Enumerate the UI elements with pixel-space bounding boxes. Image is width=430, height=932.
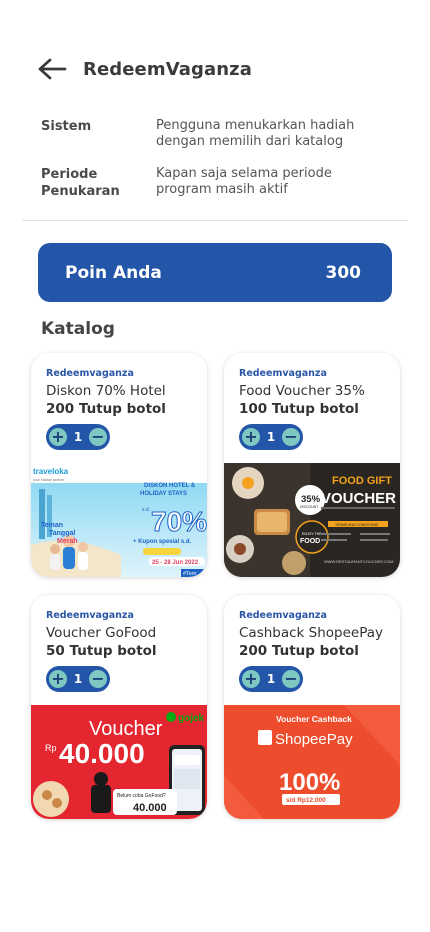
svg-text:ShopeePay: ShopeePay bbox=[275, 731, 353, 748]
svg-text:Merah: Merah bbox=[57, 538, 78, 545]
item-cost: 200 Tutup botol bbox=[239, 643, 359, 659]
svg-text:Voucher: Voucher bbox=[89, 718, 163, 740]
svg-text:DISCOUNT: DISCOUNT bbox=[300, 505, 319, 509]
catalog-item[interactable]: Redeemvaganza Cashback ShopeePay 200 Tut… bbox=[224, 595, 400, 819]
svg-text:Teman: Teman bbox=[41, 522, 63, 529]
svg-text:s/d Rp12.000: s/d Rp12.000 bbox=[286, 797, 326, 804]
item-name: Food Voucher 35% bbox=[239, 383, 365, 399]
minus-icon: − bbox=[284, 669, 298, 688]
svg-text:your holiday partner: your holiday partner bbox=[33, 478, 65, 482]
plus-button[interactable]: + bbox=[242, 428, 260, 446]
catalog-item[interactable]: Redeemvaganza Diskon 70% Hotel 200 Tutup… bbox=[31, 353, 207, 577]
info-label: Periode Penukaran bbox=[41, 167, 120, 199]
item-name: Voucher GoFood bbox=[46, 625, 157, 641]
plus-button[interactable]: + bbox=[242, 670, 260, 688]
info-value: Kapan saja selama periode program masih … bbox=[156, 166, 332, 197]
back-button[interactable] bbox=[36, 53, 68, 85]
item-banner-image: Voucher Cashback ShopeePay 100% s/d Rp12… bbox=[224, 705, 400, 819]
points-card: Poin Anda 300 bbox=[38, 243, 392, 302]
svg-text:WWW.RESTAURANTVOUCHER.COM: WWW.RESTAURANTVOUCHER.COM bbox=[324, 559, 393, 564]
svg-text:Belum coba GoFood?: Belum coba GoFood? bbox=[117, 793, 166, 799]
svg-text:+ Kupon spesial s.d.: + Kupon spesial s.d. bbox=[133, 539, 192, 545]
svg-text:DISKON HOTEL &: DISKON HOTEL & bbox=[144, 483, 196, 489]
quantity-stepper: + 1 − bbox=[239, 424, 303, 450]
info-value: Pengguna menukarkan hadiah dengan memili… bbox=[156, 118, 355, 149]
svg-text:FOOD GIFT: FOOD GIFT bbox=[332, 475, 392, 487]
minus-icon: − bbox=[91, 427, 105, 446]
quantity-value: 1 bbox=[266, 430, 276, 444]
svg-text:#Tem: #Tem bbox=[183, 571, 197, 577]
plus-icon: + bbox=[244, 669, 258, 688]
plus-icon: + bbox=[51, 669, 65, 688]
catalog-title: Katalog bbox=[41, 319, 115, 339]
quantity-value: 1 bbox=[73, 430, 83, 444]
svg-text:100%: 100% bbox=[279, 769, 340, 796]
svg-text:HOLIDAY STAYS: HOLIDAY STAYS bbox=[140, 491, 187, 497]
points-label: Poin Anda bbox=[65, 262, 162, 283]
quantity-stepper: + 1 − bbox=[46, 424, 110, 450]
item-cost: 50 Tutup botol bbox=[46, 643, 157, 659]
minus-icon: − bbox=[91, 669, 105, 688]
page-title: RedeemVaganza bbox=[83, 58, 252, 80]
item-brand: Redeemvaganza bbox=[239, 610, 327, 621]
points-value: 300 bbox=[325, 262, 362, 283]
svg-text:35%: 35% bbox=[301, 494, 321, 505]
svg-text:TERMS AND CONDITIONS: TERMS AND CONDITIONS bbox=[335, 523, 379, 527]
quantity-value: 1 bbox=[73, 672, 83, 686]
minus-button[interactable]: − bbox=[281, 427, 300, 446]
svg-text:40.000: 40.000 bbox=[133, 802, 167, 814]
plus-icon: + bbox=[51, 427, 65, 446]
traveloka-logo: traveloka bbox=[33, 467, 69, 476]
item-brand: Redeemvaganza bbox=[46, 610, 134, 621]
svg-text:25 - 28 Jun 2022: 25 - 28 Jun 2022 bbox=[152, 560, 199, 566]
plus-button[interactable]: + bbox=[49, 428, 67, 446]
svg-text:Voucher Cashback: Voucher Cashback bbox=[276, 714, 352, 724]
svg-text:Rp: Rp bbox=[45, 743, 57, 753]
item-brand: Redeemvaganza bbox=[239, 368, 327, 379]
quantity-stepper: + 1 − bbox=[239, 666, 303, 692]
svg-text:VOUCHER: VOUCHER bbox=[321, 490, 396, 507]
minus-button[interactable]: − bbox=[88, 427, 107, 446]
item-banner-image: Voucher Rp 40.000 gojek Belum coba GoFoo… bbox=[31, 705, 207, 819]
item-banner-image: traveloka your holiday partner Teman Tan… bbox=[31, 463, 207, 577]
item-cost: 100 Tutup botol bbox=[239, 401, 359, 417]
info-row-period: Periode Penukaran Kapan saja selama peri… bbox=[41, 166, 390, 200]
item-brand: Redeemvaganza bbox=[46, 368, 134, 379]
svg-text:gojek: gojek bbox=[178, 713, 205, 724]
item-cost: 200 Tutup botol bbox=[46, 401, 166, 417]
catalog-item[interactable]: Redeemvaganza Voucher GoFood 50 Tutup bo… bbox=[31, 595, 207, 819]
divider bbox=[22, 220, 408, 221]
quantity-stepper: + 1 − bbox=[46, 666, 110, 692]
svg-text:FOOD: FOOD bbox=[300, 538, 320, 545]
svg-text:ENJOY THE: ENJOY THE bbox=[302, 532, 322, 536]
info-row-system: Sistem Pengguna menukarkan hadiah dengan… bbox=[41, 118, 390, 150]
minus-button[interactable]: − bbox=[281, 669, 300, 688]
info-label: Sistem bbox=[41, 119, 92, 134]
plus-icon: + bbox=[244, 427, 258, 446]
svg-text:70%: 70% bbox=[151, 506, 207, 537]
svg-text:40.000: 40.000 bbox=[59, 738, 145, 769]
plus-button[interactable]: + bbox=[49, 670, 67, 688]
minus-icon: − bbox=[284, 427, 298, 446]
header: RedeemVaganza bbox=[36, 52, 410, 86]
item-banner-image: 35% DISCOUNT ENJOY THE FOOD FOOD GIFT VO… bbox=[224, 463, 400, 577]
quantity-value: 1 bbox=[266, 672, 276, 686]
svg-text:s.d.: s.d. bbox=[142, 507, 150, 513]
svg-text:Tanggal: Tanggal bbox=[49, 530, 75, 537]
item-name: Cashback ShopeePay bbox=[239, 625, 384, 641]
arrow-left-icon bbox=[38, 58, 67, 80]
catalog-item[interactable]: Redeemvaganza Food Voucher 35% 100 Tutup… bbox=[224, 353, 400, 577]
item-name: Diskon 70% Hotel bbox=[46, 383, 166, 399]
minus-button[interactable]: − bbox=[88, 669, 107, 688]
